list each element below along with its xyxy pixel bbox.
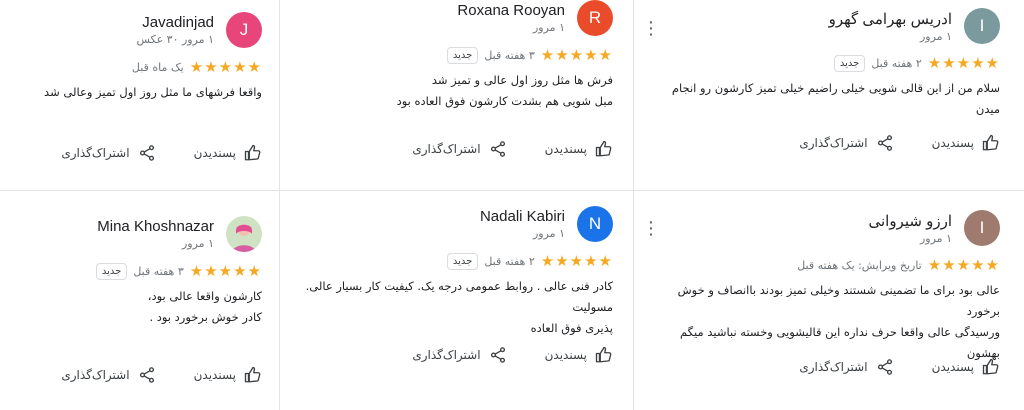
star-rating: ★★★★★ <box>540 46 613 64</box>
review-text: کادر فنی عالی . روابط عمومی درجه یک. کیف… <box>305 279 613 335</box>
more-options-icon[interactable]: ⋮ <box>642 18 660 39</box>
review-card: Mina Khoshnazar ۱ مرور ★★★★★ ۳ هفته قبل … <box>30 216 262 400</box>
reviewer-meta: ۱ مرور <box>919 231 952 245</box>
review-card: I ادریس بهرامی گهرو ۱ مرور ⋮ ★★★★★ ۲ هفت… <box>642 8 1000 182</box>
thumb-up-icon <box>244 366 261 383</box>
review-card: N Nadali Kabiri ۱ مرور ★★★★★ ۲ هفته قبل … <box>290 206 613 396</box>
like-button[interactable]: پسندیدن <box>194 144 262 162</box>
reviewer-name[interactable]: Javadinjad <box>136 14 214 31</box>
reviewer-meta: ۱ مرور <box>532 21 565 34</box>
new-badge: جدید <box>833 54 866 72</box>
reviewer-meta: ۱ مرور <box>181 237 214 250</box>
share-label: اشتراک‌گذاری <box>799 136 868 150</box>
like-label: پسندیدن <box>193 146 236 160</box>
reviewer-name[interactable]: ادریس بهرامی گهرو <box>829 10 952 28</box>
review-text: سلام من از این قالی شویی خیلی راضیم خیلی… <box>671 81 1000 116</box>
star-rating: ★★★★★ <box>927 54 1000 72</box>
review-text: واقعا فرشهای ما مثل روز اول تمیز وعالی ش… <box>44 85 262 99</box>
star-rating: ★★★★★ <box>189 262 262 280</box>
reviewer-name[interactable]: ارزو شیروانی <box>868 212 952 230</box>
share-label: اشتراک‌گذاری <box>61 368 130 382</box>
like-button[interactable]: پسندیدن <box>194 366 262 384</box>
review-card: J Javadinjad ۱ مرور ۳۰ عکس ★★★★★ یک ماه … <box>30 12 262 182</box>
like-button[interactable]: پسندیدن <box>932 358 1000 376</box>
like-button[interactable]: پسندیدن <box>545 346 613 364</box>
review-date: ۳ هفته قبل <box>133 264 184 278</box>
share-label: اشتراک‌گذاری <box>799 360 868 374</box>
column-divider <box>633 190 634 410</box>
review-text: کارشون واقعا عالی بود، کادر خوش برخورد ب… <box>147 289 262 324</box>
reviewer-meta: ۱ مرور ۳۰ عکس <box>136 33 214 46</box>
user-photo-icon <box>226 216 262 252</box>
reviewer-meta: ۱ مرور <box>919 29 952 43</box>
column-divider <box>279 0 280 190</box>
share-icon <box>490 347 505 363</box>
share-icon <box>877 359 892 375</box>
like-label: پسندیدن <box>544 348 587 362</box>
more-options-icon[interactable]: ⋮ <box>642 218 660 239</box>
star-rating: ★★★★★ <box>189 58 262 76</box>
new-badge: جدید <box>446 46 479 64</box>
avatar[interactable]: J <box>226 12 262 48</box>
star-rating: ★★★★★ <box>540 252 613 270</box>
like-label: پسندیدن <box>193 368 236 382</box>
review-date: ۲ هفته قبل <box>484 254 535 268</box>
avatar[interactable]: I <box>964 8 1000 44</box>
share-button[interactable]: اشتراک‌گذاری <box>799 134 893 152</box>
reviewer-name[interactable]: Mina Khoshnazar <box>97 218 214 235</box>
avatar[interactable]: R <box>577 0 613 36</box>
reviewer-name[interactable]: Nadali Kabiri <box>480 208 565 225</box>
new-badge: جدید <box>95 262 128 280</box>
share-button[interactable]: اشتراک‌گذاری <box>412 140 506 158</box>
new-badge: جدید <box>446 252 479 270</box>
share-icon <box>139 145 154 161</box>
share-icon <box>877 135 892 151</box>
share-icon <box>139 367 154 383</box>
share-label: اشتراک‌گذاری <box>412 142 481 156</box>
thumb-up-icon <box>982 358 999 375</box>
share-button[interactable]: اشتراک‌گذاری <box>412 346 506 364</box>
like-label: پسندیدن <box>931 136 974 150</box>
review-text: عالی بود برای ما تضمینی شستند وخیلی تمیز… <box>677 283 1000 360</box>
reviewer-name[interactable]: Roxana Rooyan <box>457 2 565 19</box>
like-label: پسندیدن <box>544 142 587 156</box>
share-button[interactable]: اشتراک‌گذاری <box>61 144 155 162</box>
review-date: یک ماه قبل <box>131 60 184 74</box>
star-rating: ★★★★★ <box>927 256 1000 274</box>
thumb-up-icon <box>595 346 612 363</box>
review-date: ۲ هفته قبل <box>871 56 922 70</box>
row-divider <box>0 190 1024 191</box>
avatar[interactable] <box>226 216 262 252</box>
share-icon <box>490 141 505 157</box>
review-card: I ارزو شیروانی ۱ مرور ⋮ ★★★★★ تاریخ ویرا… <box>642 210 1000 400</box>
like-button[interactable]: پسندیدن <box>545 140 613 158</box>
review-date: تاریخ ویرایش: یک هفته قبل <box>797 258 922 272</box>
thumb-up-icon <box>982 134 999 151</box>
avatar[interactable]: N <box>577 206 613 242</box>
review-card: R Roxana Rooyan ۱ مرور ★★★★★ ۳ هفته قبل … <box>395 0 613 182</box>
thumb-up-icon <box>595 140 612 157</box>
like-button[interactable]: پسندیدن <box>932 134 1000 152</box>
reviewer-meta: ۱ مرور <box>532 227 565 240</box>
share-label: اشتراک‌گذاری <box>412 348 481 362</box>
review-date: ۳ هفته قبل <box>484 48 535 62</box>
review-text: فرش ها مثل روز اول عالی و تمیز شد مبل شو… <box>396 73 613 108</box>
share-label: اشتراک‌گذاری <box>61 146 130 160</box>
column-divider <box>633 0 634 190</box>
avatar[interactable]: I <box>964 210 1000 246</box>
like-label: پسندیدن <box>931 360 974 374</box>
column-divider <box>279 190 280 410</box>
share-button[interactable]: اشتراک‌گذاری <box>61 366 155 384</box>
thumb-up-icon <box>244 144 261 161</box>
share-button[interactable]: اشتراک‌گذاری <box>799 358 893 376</box>
